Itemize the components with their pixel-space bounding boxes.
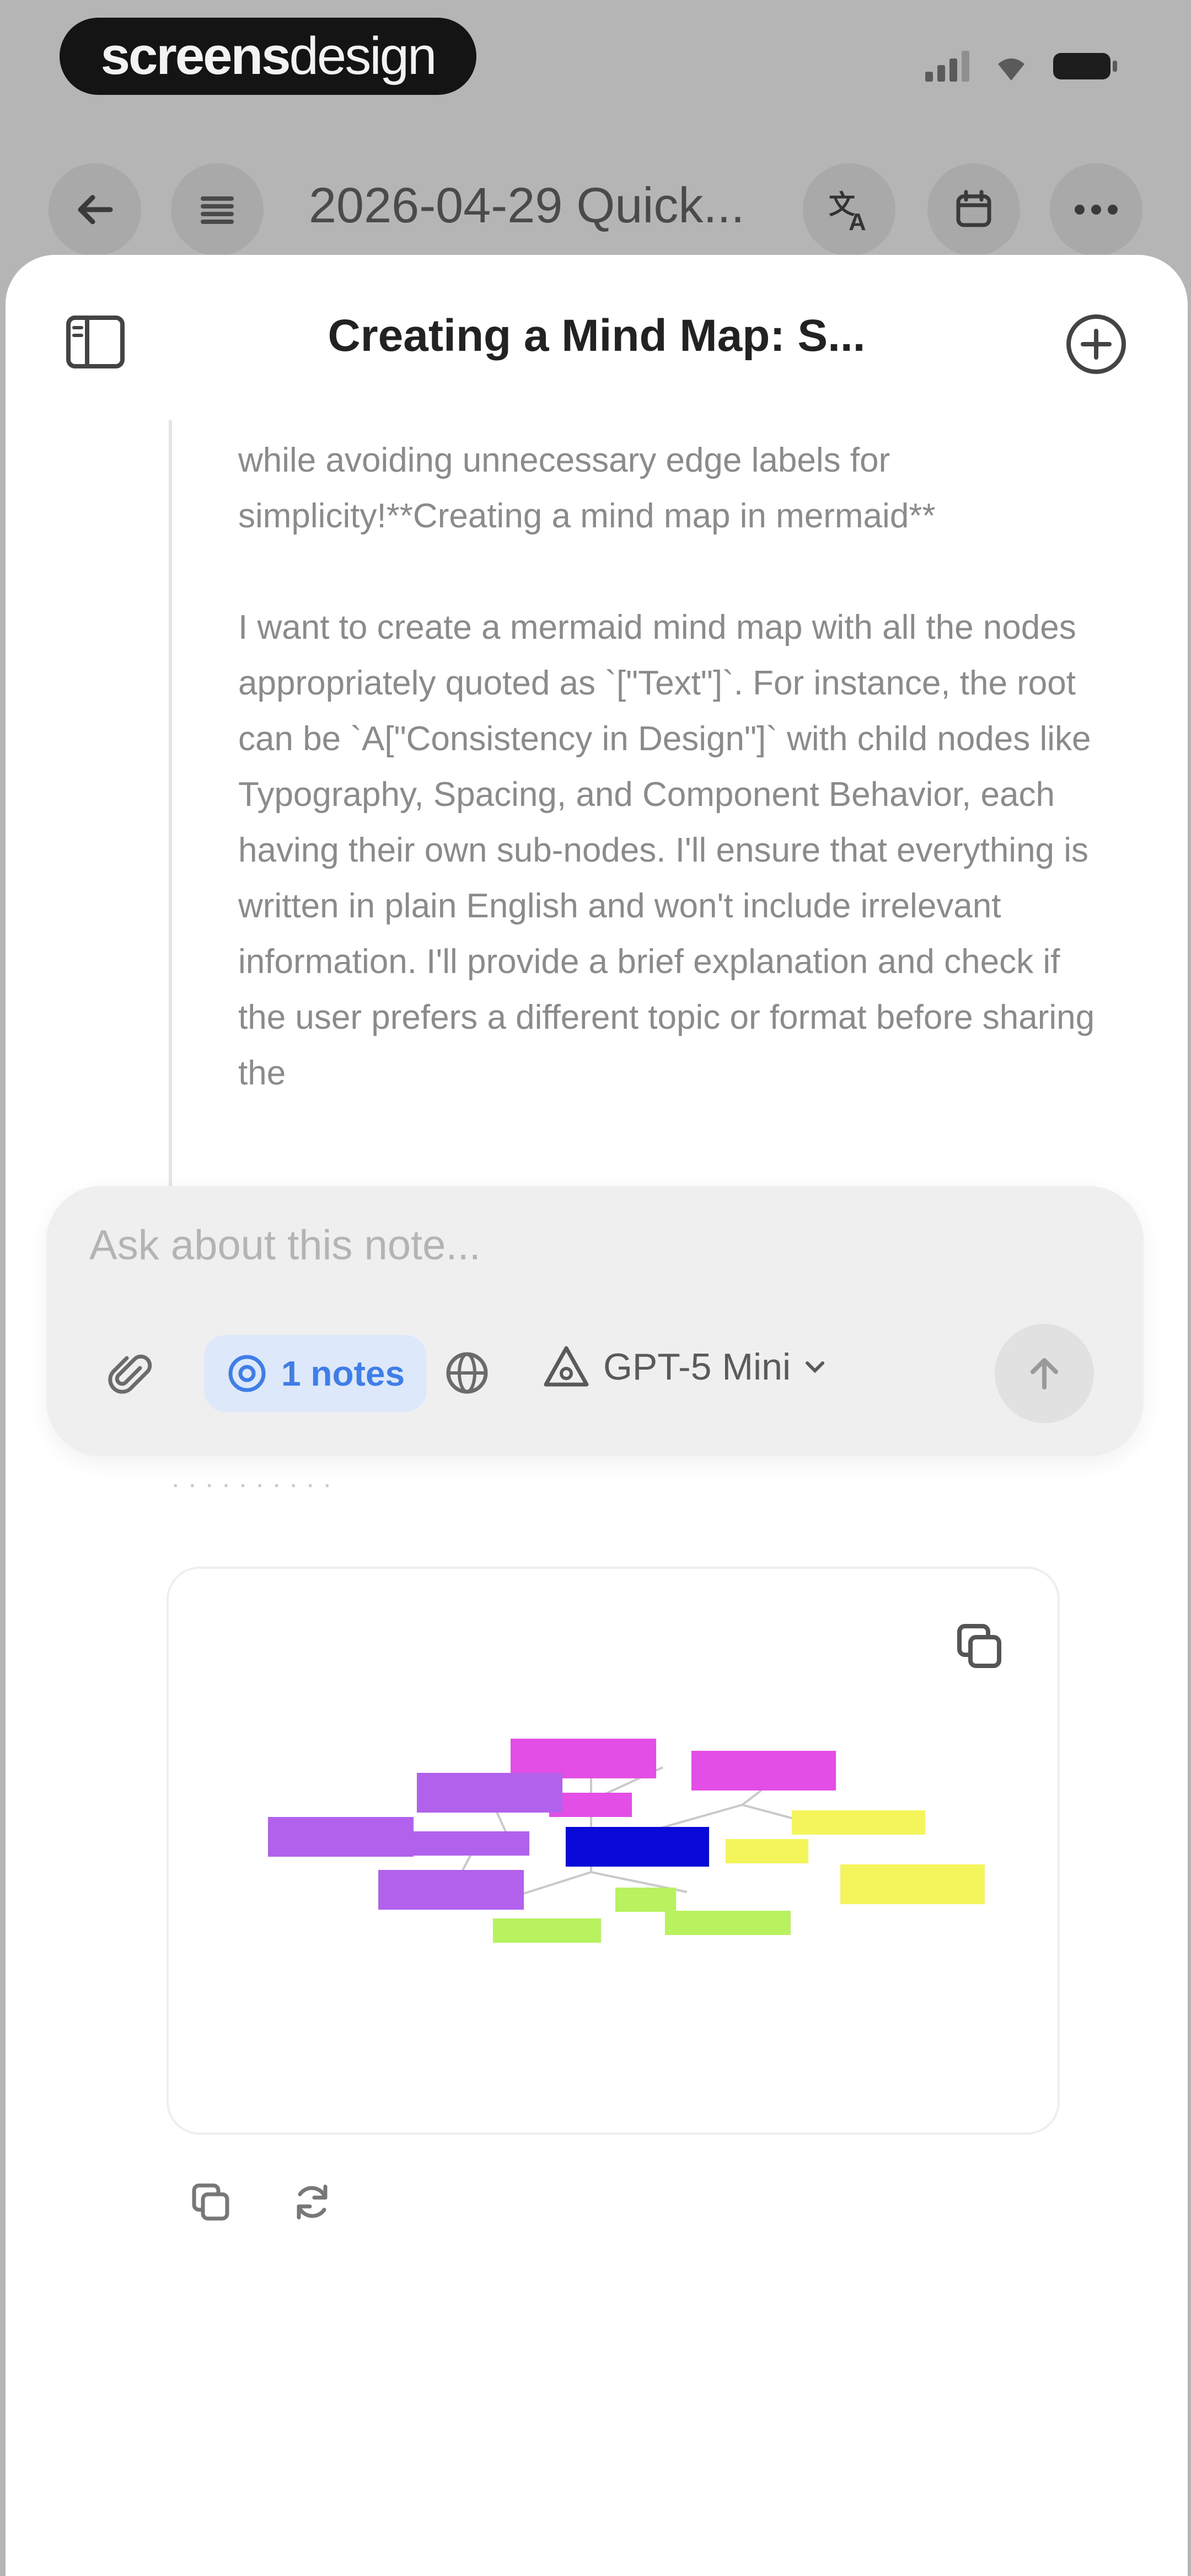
reasoning-paragraph: I want to create a mermaid mind map with… [238, 608, 1095, 1092]
sidebar-icon [66, 316, 125, 368]
mindmap-node-yellow [726, 1839, 808, 1863]
mindmap-node-yellow [840, 1864, 985, 1904]
regenerate-icon [297, 2184, 328, 2220]
back-arrow-icon [78, 195, 113, 225]
brand-bold: screens [100, 26, 291, 85]
model-selector[interactable]: GPT-5 Mini [543, 1345, 826, 1389]
mindmap-node-green [665, 1911, 791, 1935]
copy-icon [192, 2183, 229, 2221]
mindmap-node-purple [399, 1831, 529, 1856]
mindmap-root-node [566, 1827, 709, 1867]
reasoning-paragraph: while avoiding unnecessary edge labels f… [238, 441, 936, 535]
mindmap-node-purple [378, 1870, 524, 1910]
notes-context-chip[interactable]: 1 notes [204, 1335, 427, 1412]
calendar-icon [956, 190, 991, 227]
faded-response-text: · · · · · · · · · · [171, 1478, 332, 1495]
notes-chip-label: 1 notes [281, 1354, 405, 1393]
signal-icon [925, 51, 969, 82]
new-chat-button[interactable] [1064, 312, 1128, 379]
globe-icon [446, 1352, 488, 1394]
sidebar-toggle-button[interactable] [65, 314, 126, 372]
brand-light: design [289, 26, 437, 85]
translate-button[interactable]: 文 A [803, 163, 895, 256]
mindmap-node-magenta [691, 1751, 836, 1791]
translate-icon: 文 A [829, 190, 866, 234]
back-button[interactable] [49, 163, 141, 256]
model-name: GPT-5 Mini [603, 1346, 791, 1388]
copy-diagram-button[interactable] [952, 1618, 1007, 1676]
message-actions [187, 2179, 335, 2228]
mindmap-diagram-card [167, 1567, 1060, 2135]
at-icon [228, 1355, 266, 1392]
web-search-toggle[interactable] [443, 1349, 491, 1399]
send-button[interactable] [995, 1324, 1094, 1423]
menu-icon [201, 196, 234, 224]
calendar-button[interactable] [927, 163, 1020, 256]
send-arrow-icon [1031, 1358, 1058, 1389]
battery-icon [1053, 53, 1117, 79]
svg-text:A: A [849, 209, 866, 234]
ask-input[interactable] [89, 1221, 1082, 1269]
mindmap-node-yellow [792, 1810, 925, 1835]
mindmap-node-green [615, 1888, 676, 1912]
chat-title: Creating a Mind Map: S... [328, 311, 866, 361]
notes-list-button[interactable] [171, 163, 264, 256]
attach-button[interactable] [107, 1351, 154, 1402]
reasoning-text: while avoiding unnecessary edge labels f… [238, 432, 1098, 1157]
copy-icon [957, 1624, 1001, 1668]
wifi-icon [998, 58, 1024, 81]
mindmap-node-magenta [511, 1739, 656, 1778]
more-icon [1075, 205, 1118, 215]
copy-message-button[interactable] [187, 2179, 234, 2228]
chevron-down-icon [806, 1361, 825, 1373]
composer: 1 notes GPT-5 Mini [46, 1186, 1144, 1456]
status-icons [925, 51, 1119, 82]
regenerate-button[interactable] [289, 2179, 335, 2228]
note-title: 2026-04-29 Quick... [309, 178, 745, 233]
mindmap-node-purple [417, 1773, 562, 1813]
model-icon [544, 1346, 589, 1387]
more-button[interactable] [1050, 163, 1142, 256]
plus-circle-icon [1066, 314, 1126, 374]
brand-logo: screens design [60, 18, 476, 95]
chat-header: Creating a Mind Map: S... [6, 255, 1188, 420]
mindmap-node-purple [268, 1817, 414, 1857]
mindmap-diagram [268, 1739, 985, 1943]
paperclip-icon [108, 1354, 152, 1394]
app-screen: screens design 2026-04-29 Quick... 文 A C… [0, 0, 1191, 2576]
mindmap-node-green [493, 1918, 601, 1943]
